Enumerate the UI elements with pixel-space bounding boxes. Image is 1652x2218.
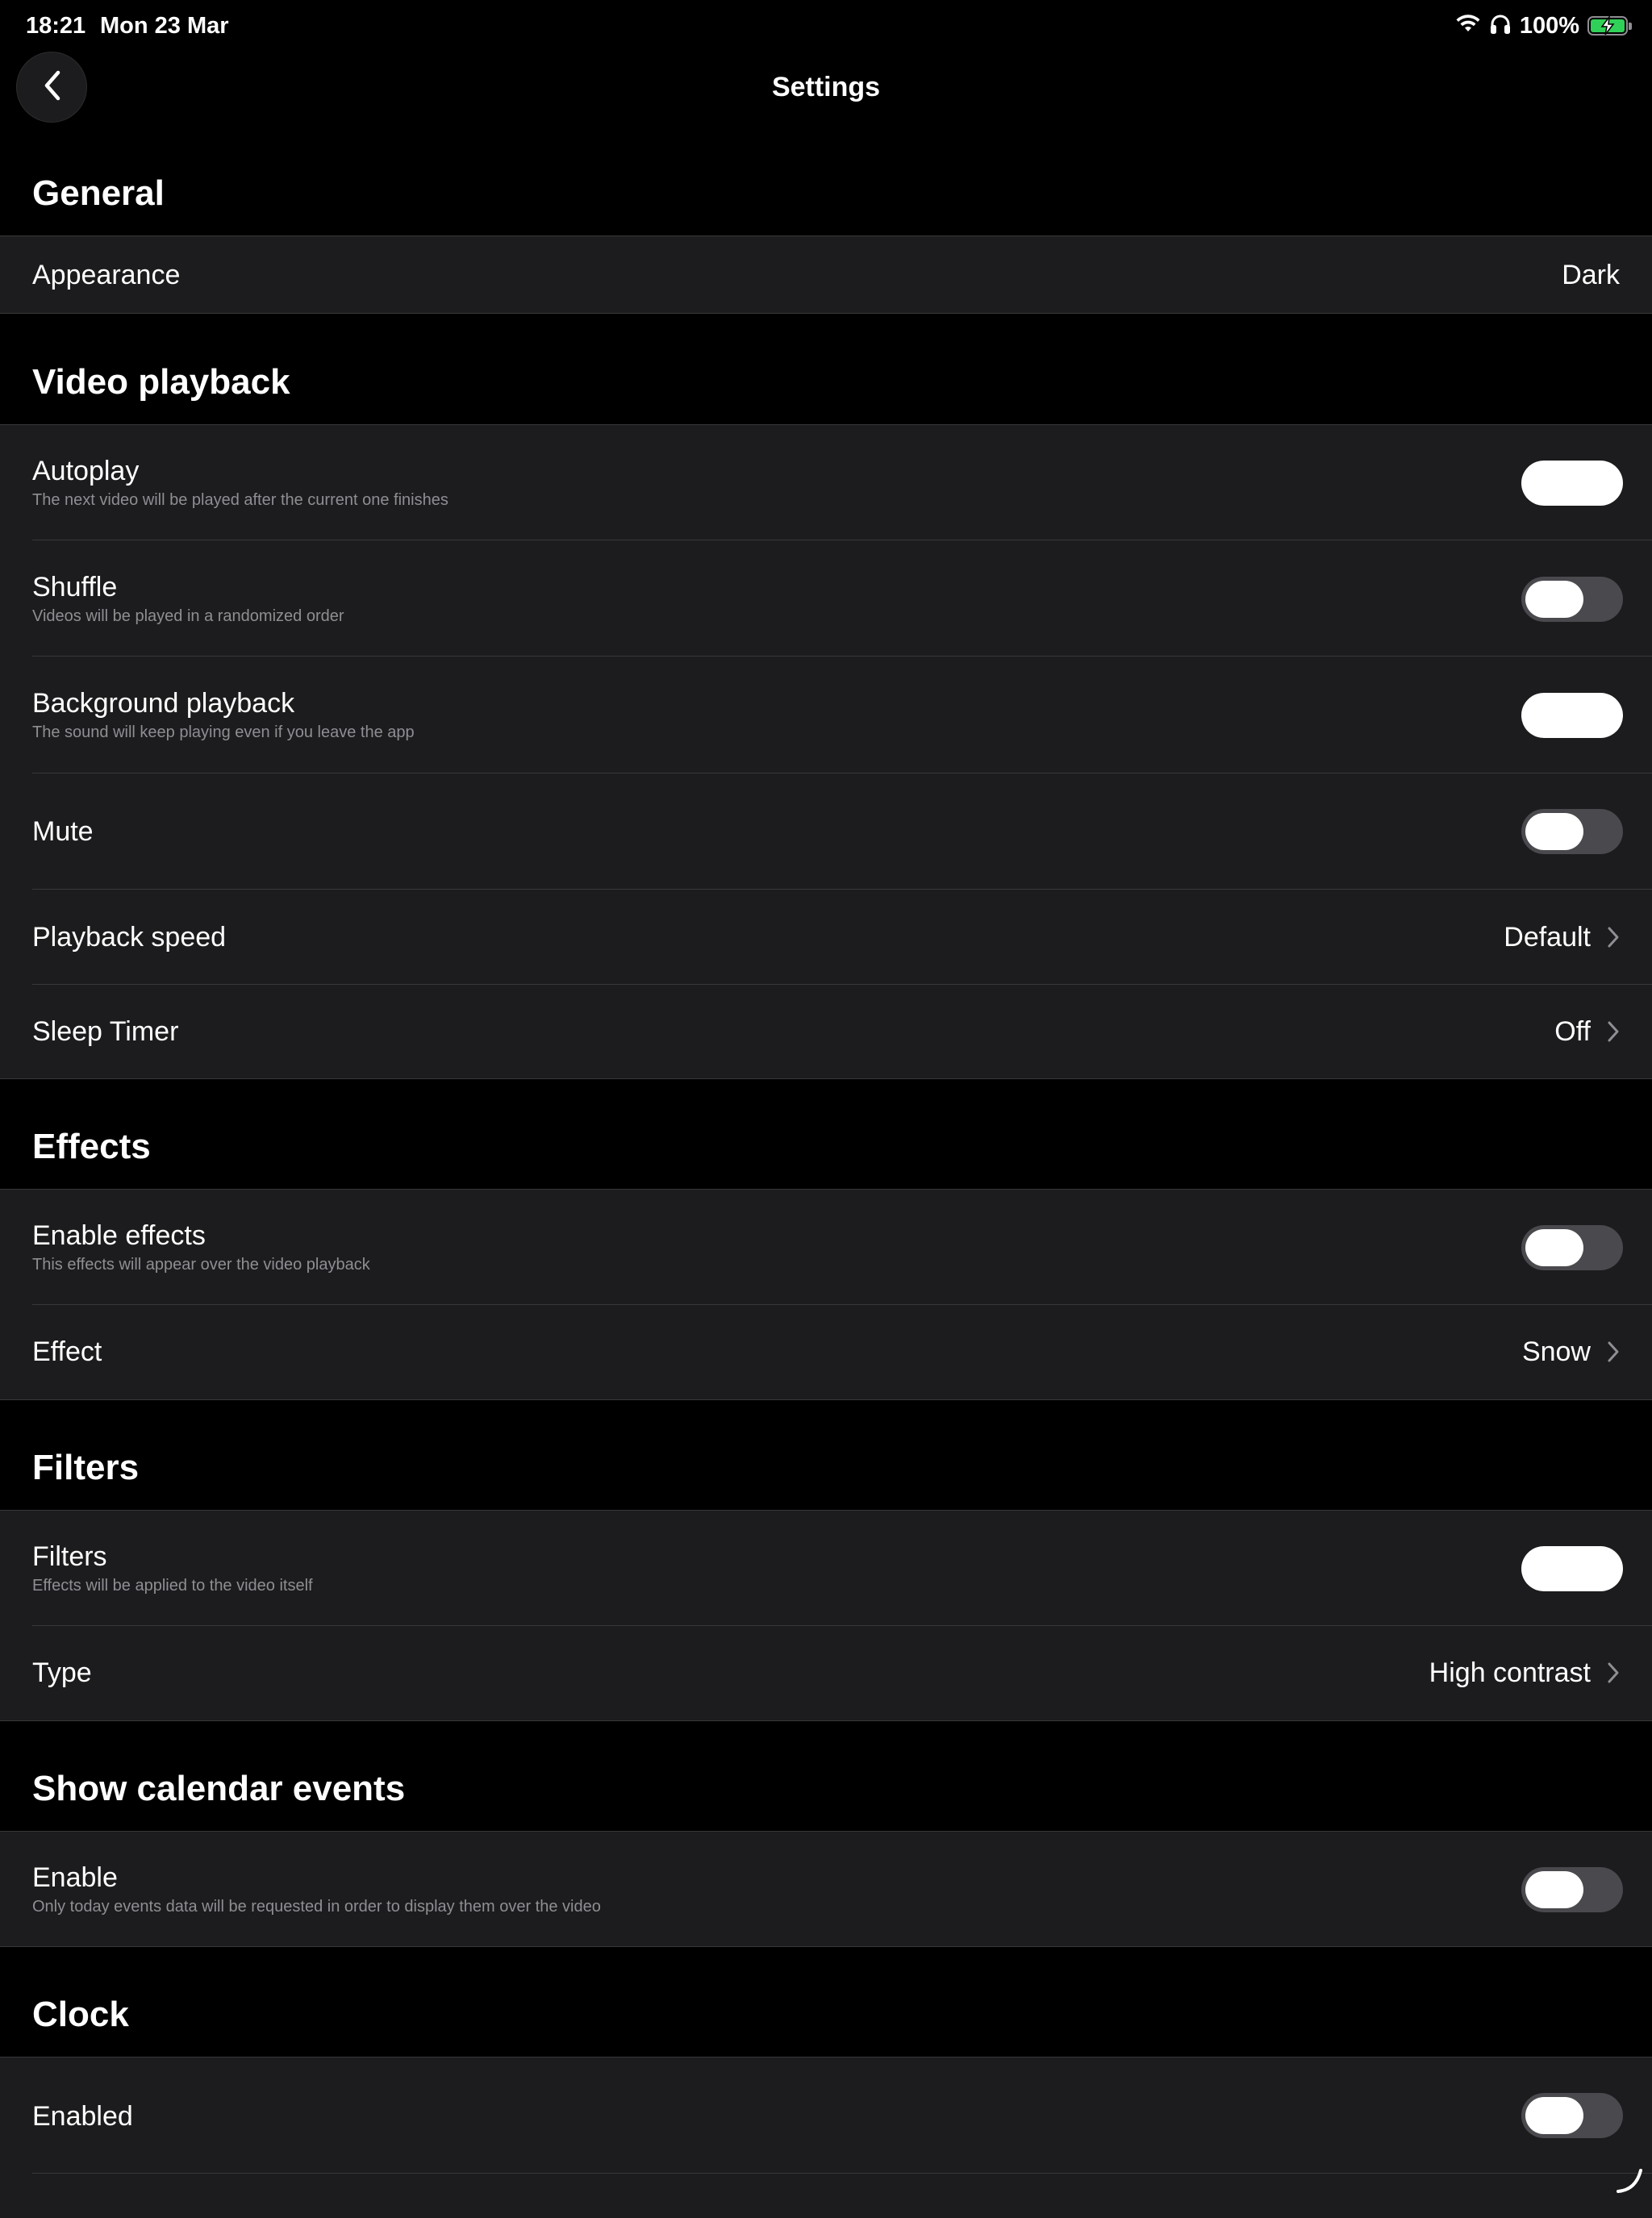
appearance-value: Dark [1562, 260, 1620, 290]
wifi-icon [1455, 14, 1481, 38]
row-label: Mute [32, 816, 94, 847]
shuffle-toggle[interactable] [1521, 577, 1623, 622]
group-general: Appearance Dark [0, 236, 1652, 314]
row-label: Filters [32, 1541, 107, 1572]
row-label: Autoplay [32, 456, 140, 486]
group-clock: Enabled [0, 2057, 1652, 2218]
row-subtitle: This effects will appear over the video … [32, 1256, 370, 1274]
background-playback-toggle[interactable] [1521, 693, 1623, 738]
page-title: Settings [771, 72, 881, 102]
group-effects: Enable effects This effects will appear … [0, 1189, 1652, 1400]
row-appearance[interactable]: Appearance Dark [0, 236, 1652, 314]
status-date: Mon 23 Mar [100, 13, 229, 39]
section-header-general: General [32, 173, 165, 213]
section-header-video-playback: Video playback [32, 362, 290, 402]
status-time: 18:21 [26, 13, 86, 39]
battery-charging-icon [1587, 16, 1632, 35]
row-mute: Mute [0, 773, 1652, 890]
filter-type-value: High contrast [1429, 1657, 1591, 1688]
row-clock-enabled: Enabled [0, 2057, 1652, 2174]
row-enable-effects: Enable effects This effects will appear … [0, 1190, 1652, 1305]
row-subtitle: Only today events data will be requested… [32, 1898, 601, 1916]
row-filters: Filters Effects will be applied to the v… [0, 1511, 1652, 1626]
chevron-right-icon [1607, 1661, 1620, 1684]
row-subtitle: Effects will be applied to the video its… [32, 1577, 313, 1595]
row-autoplay: Autoplay The next video will be played a… [0, 425, 1652, 540]
row-sleep-timer[interactable]: Sleep Timer Off [0, 985, 1652, 1079]
row-label: Playback speed [32, 922, 227, 953]
resize-corner-icon [1615, 2166, 1644, 2199]
row-label: Shuffle [32, 572, 118, 602]
chevron-right-icon [1607, 1340, 1620, 1363]
row-calendar-enable: Enable Only today events data will be re… [0, 1832, 1652, 1947]
sleep-timer-value: Off [1554, 1016, 1591, 1047]
effect-value: Snow [1521, 1336, 1591, 1367]
battery-percent: 100% [1519, 13, 1579, 39]
row-background-playback: Background playback The sound will keep … [0, 657, 1652, 773]
status-indicators: 100% [1455, 11, 1632, 40]
chevron-right-icon [1607, 926, 1620, 948]
autoplay-toggle[interactable] [1521, 461, 1623, 506]
section-header-filters: Filters [32, 1448, 140, 1487]
row-subtitle: The next video will be played after the … [32, 491, 448, 509]
row-label: Sleep Timer [32, 1016, 179, 1047]
row-filter-type[interactable]: Type High contrast [0, 1626, 1652, 1721]
group-video-playback: Autoplay The next video will be played a… [0, 424, 1652, 1079]
row-playback-speed[interactable]: Playback speed Default [0, 890, 1652, 985]
enable-effects-toggle[interactable] [1521, 1225, 1623, 1270]
section-header-effects: Effects [32, 1127, 151, 1166]
row-label: Background playback [32, 688, 295, 719]
filters-toggle[interactable] [1521, 1546, 1623, 1591]
row-subtitle: The sound will keep playing even if you … [32, 723, 415, 741]
section-header-clock: Clock [32, 1995, 129, 2034]
row-label: Appearance [32, 260, 181, 290]
row-effect[interactable]: Effect Snow [0, 1305, 1652, 1400]
row-label: Effect [32, 1336, 102, 1367]
clock-enabled-toggle[interactable] [1521, 2093, 1623, 2138]
row-subtitle: Videos will be played in a randomized or… [32, 607, 344, 625]
chevron-right-icon [1607, 1020, 1620, 1043]
playback-speed-value: Default [1504, 922, 1591, 953]
row-label: Enable [32, 1862, 118, 1893]
section-header-calendar: Show calendar events [32, 1769, 406, 1808]
calendar-enable-toggle[interactable] [1521, 1867, 1623, 1912]
row-label: Type [32, 1657, 92, 1688]
row-label: Enabled [32, 2101, 133, 2132]
row-label: Enable effects [32, 1220, 206, 1251]
headphones-icon [1489, 14, 1512, 39]
row-shuffle: Shuffle Videos will be played in a rando… [0, 540, 1652, 657]
group-filters: Filters Effects will be applied to the v… [0, 1510, 1652, 1721]
group-calendar: Enable Only today events data will be re… [0, 1831, 1652, 1947]
status-bar: 18:21 Mon 23 Mar 100% [0, 0, 1652, 52]
mute-toggle[interactable] [1521, 809, 1623, 854]
